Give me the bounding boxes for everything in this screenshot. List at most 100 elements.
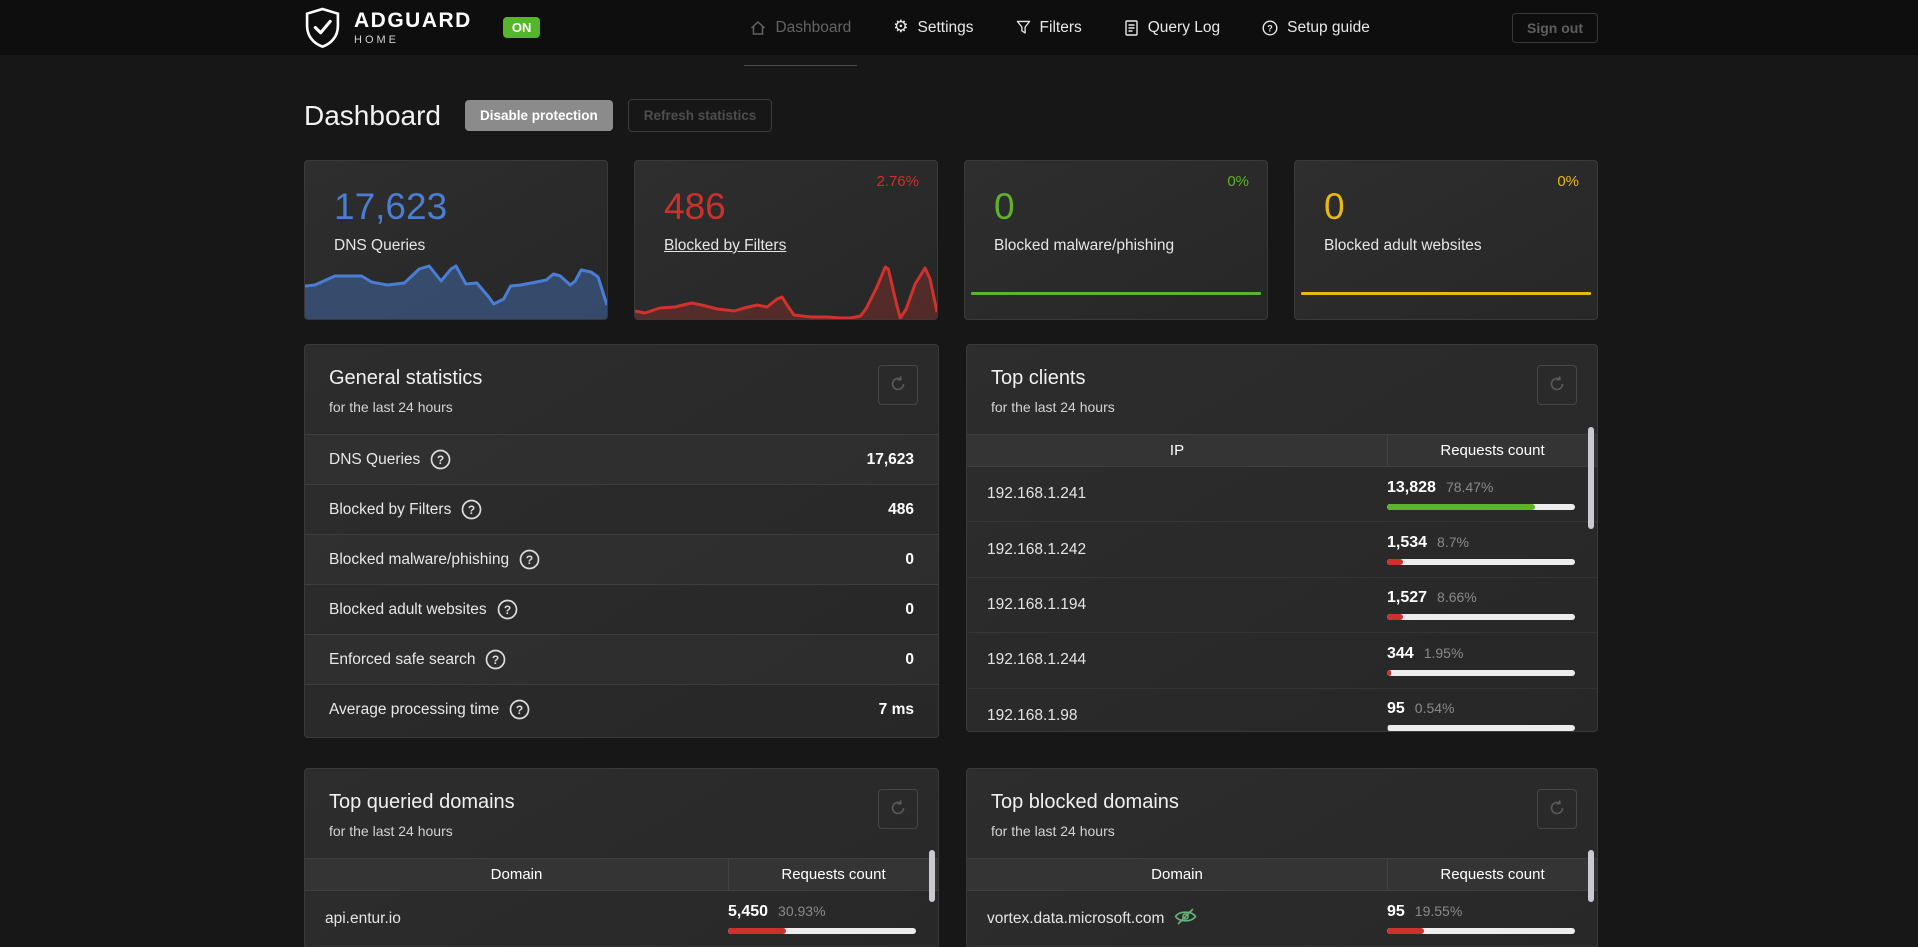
column-header-ip[interactable]: IP [967, 442, 1387, 459]
refresh-icon [1549, 375, 1565, 395]
brand-subtitle: HOME [354, 33, 399, 46]
adguard-logo[interactable]: ADGUARD HOME ON [304, 7, 541, 49]
help-icon[interactable]: ? [485, 649, 506, 670]
scrollbar-thumb[interactable] [1588, 850, 1594, 902]
help-icon[interactable]: ? [461, 499, 482, 520]
table-row: 192.168.1.241 13,828 78.47% [967, 467, 1597, 523]
requests-count: 1,534 [1387, 534, 1428, 552]
refresh-panel-button[interactable] [1537, 365, 1577, 405]
funnel-icon [1016, 20, 1031, 35]
brand-title: ADGUARD [354, 8, 472, 32]
card-dns-queries: 17,623 DNS Queries [304, 160, 608, 320]
nav-item-query-log[interactable]: Query Log [1124, 0, 1220, 55]
scrollbar-thumb[interactable] [929, 850, 935, 902]
refresh-panel-button[interactable] [878, 789, 918, 829]
blocked-adult-flatline [1301, 292, 1591, 295]
stat-label: Blocked by Filters [329, 500, 452, 518]
nav-item-settings[interactable]: ⚙ Settings [893, 0, 973, 55]
stat-value: 0 [905, 550, 914, 568]
stat-row: Blocked adult websites ? 0 [305, 584, 938, 634]
client-ip[interactable]: 192.168.1.194 [967, 596, 1387, 614]
stat-label: Enforced safe search [329, 650, 476, 668]
table-row: 192.168.1.244 344 1.95% [967, 633, 1597, 689]
requests-bar-fill [1387, 614, 1404, 621]
domain-text: api.entur.io [325, 909, 401, 927]
table-row: api.entur.io 5,450 30.93% [305, 891, 938, 947]
top-blocked-domains-panel: Top blocked domains for the last 24 hour… [966, 768, 1598, 947]
requests-percent: 1.95% [1423, 644, 1464, 661]
svg-text:?: ? [468, 503, 475, 517]
requests-percent: 30.93% [778, 903, 826, 919]
requests-percent: 8.7% [1437, 534, 1469, 551]
card-blocked-adult: 0% 0 Blocked adult websites [1294, 160, 1598, 320]
dns-queries-value: 17,623 [334, 186, 448, 227]
column-header-domain[interactable]: Domain [967, 866, 1387, 883]
eye-slash-icon[interactable] [1174, 908, 1197, 930]
stat-value: 17,623 [866, 450, 914, 468]
nav-label: Setup guide [1287, 18, 1370, 36]
stat-value: 486 [888, 500, 914, 518]
top-clients-table: 192.168.1.241 13,828 78.47% 192.168.1.24… [967, 467, 1597, 731]
nav-label: Query Log [1147, 18, 1221, 36]
top-blocked-table: vortex.data.microsoft.com 95 19.55% [967, 891, 1597, 947]
refresh-icon [890, 799, 906, 819]
requests-cell: 344 1.95% [1387, 645, 1597, 676]
domain-name[interactable]: vortex.data.microsoft.com [967, 908, 1387, 930]
protection-on-badge: ON [502, 17, 541, 38]
table-header: Domain Requests count [305, 858, 938, 891]
scrollbar-thumb[interactable] [1588, 427, 1594, 529]
nav-item-dashboard[interactable]: Dashboard [744, 0, 858, 66]
refresh-panel-button[interactable] [1537, 789, 1577, 829]
requests-cell: 5,450 30.93% [728, 903, 938, 934]
nav-menu: Dashboard ⚙ Settings Filters Query Log ?… [574, 0, 1546, 66]
requests-bar-fill [1387, 928, 1424, 934]
blocked-filters-link[interactable]: Blocked by Filters [664, 237, 786, 254]
table-header: IP Requests count [967, 434, 1597, 467]
refresh-panel-button[interactable] [878, 365, 918, 405]
panel-title: Top clients [991, 367, 1086, 389]
nav-item-filters[interactable]: Filters [1016, 0, 1082, 55]
column-header-requests[interactable]: Requests count [728, 859, 938, 890]
table-row: 192.168.1.242 1,534 8.7% [967, 522, 1597, 578]
stat-value: 0 [905, 600, 914, 618]
help-icon[interactable]: ? [519, 549, 540, 570]
column-header-requests[interactable]: Requests count [1387, 859, 1597, 890]
table-header: Domain Requests count [967, 858, 1597, 891]
help-icon[interactable]: ? [497, 599, 518, 620]
requests-bar-fill [728, 928, 787, 934]
top-queried-table: api.entur.io 5,450 30.93% [305, 891, 938, 947]
help-icon[interactable]: ? [430, 449, 451, 470]
refresh-statistics-button[interactable]: Refresh statistics [627, 99, 773, 132]
domain-name[interactable]: api.entur.io [305, 910, 728, 928]
svg-text:?: ? [492, 653, 499, 667]
blocked-malware-value: 0 [994, 186, 1015, 227]
stat-row: Average processing time ? 7 ms [305, 684, 938, 734]
requests-count: 1,527 [1387, 589, 1428, 607]
requests-bar [728, 928, 916, 934]
client-ip[interactable]: 192.168.1.98 [967, 707, 1387, 725]
requests-bar-fill [1387, 669, 1391, 676]
top-queried-domains-panel: Top queried domains for the last 24 hour… [304, 768, 939, 947]
column-header-domain[interactable]: Domain [305, 866, 728, 883]
blocked-filters-value: 486 [664, 186, 726, 227]
general-statistics-panel: General statistics for the last 24 hours… [304, 344, 939, 738]
client-ip[interactable]: 192.168.1.244 [967, 651, 1387, 669]
gear-icon: ⚙ [893, 17, 909, 37]
blocked-malware-flatline [971, 292, 1261, 295]
card-blocked-malware: 0% 0 Blocked malware/phishing [964, 160, 1268, 320]
disable-protection-button[interactable]: Disable protection [464, 100, 613, 131]
column-header-requests[interactable]: Requests count [1387, 435, 1597, 466]
stat-row: Blocked malware/phishing ? 0 [305, 534, 938, 584]
client-ip[interactable]: 192.168.1.241 [967, 485, 1387, 503]
nav-label: Dashboard [775, 18, 852, 36]
help-icon[interactable]: ? [509, 699, 530, 720]
stat-row: DNS Queries ? 17,623 [305, 434, 938, 484]
requests-bar [1387, 928, 1575, 934]
top-clients-panel: Top clients for the last 24 hours IP Req… [966, 344, 1598, 732]
client-ip[interactable]: 192.168.1.242 [967, 541, 1387, 559]
requests-cell: 1,534 8.7% [1387, 534, 1597, 566]
nav-item-setup-guide[interactable]: ? Setup guide [1262, 0, 1370, 55]
card-blocked-by-filters: 2.76% 486 Blocked by Filters [634, 160, 938, 320]
blocked-malware-label: Blocked malware/phishing [994, 236, 1175, 254]
refresh-icon [890, 375, 906, 395]
